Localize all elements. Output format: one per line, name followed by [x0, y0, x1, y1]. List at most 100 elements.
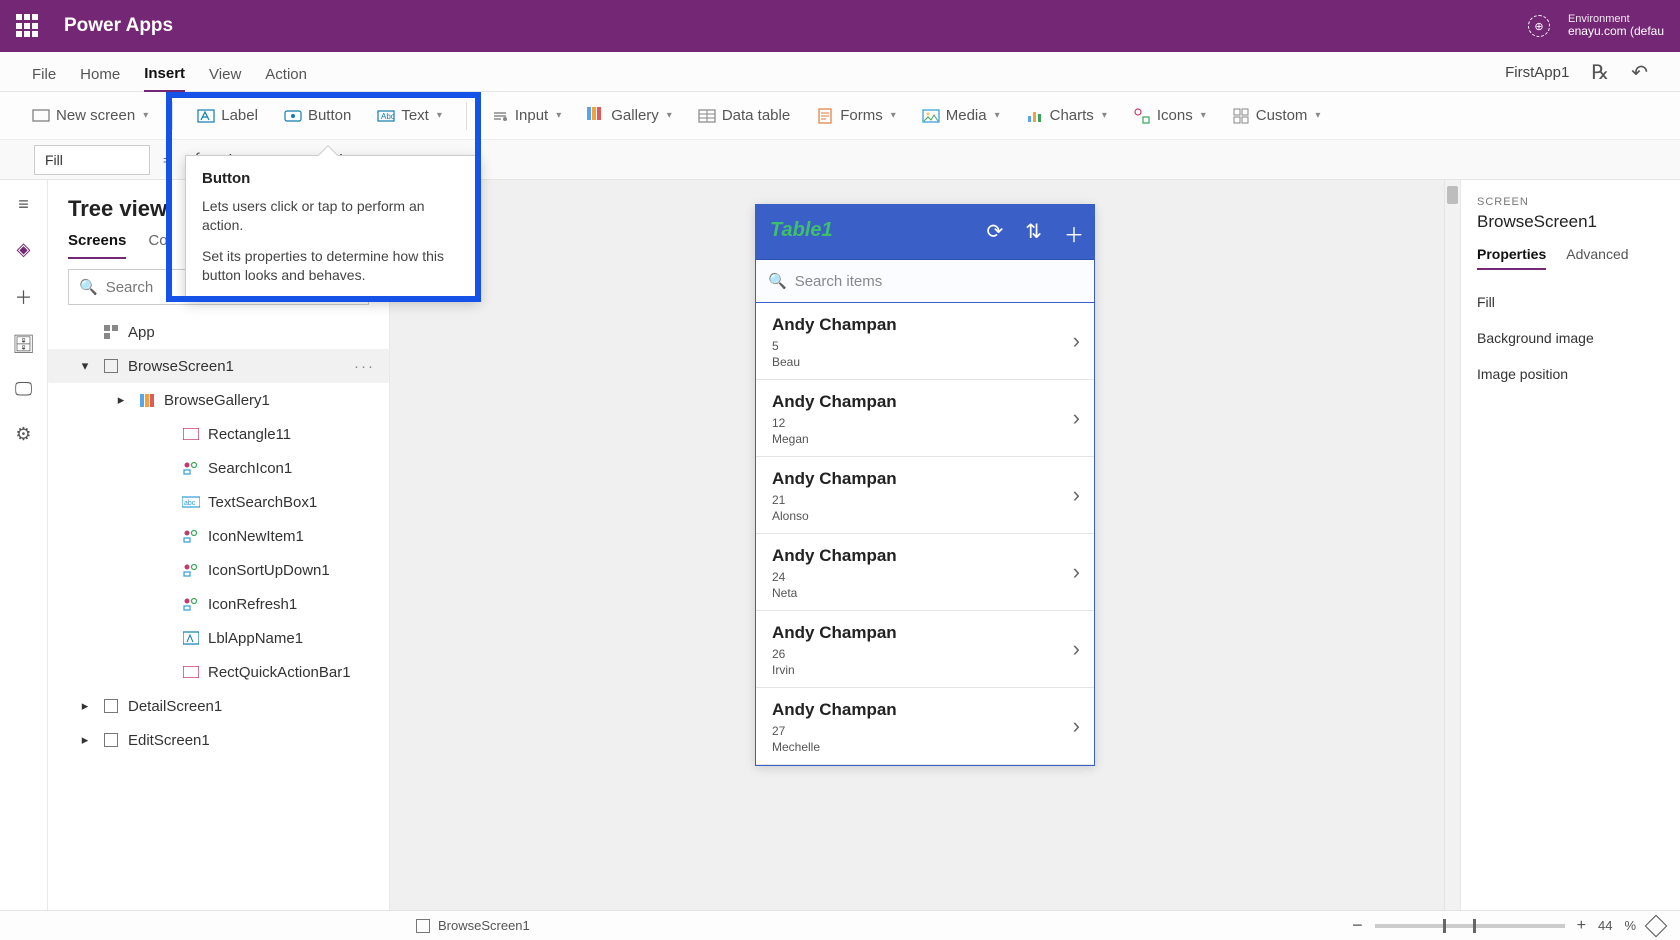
- menu-action[interactable]: Action: [265, 66, 307, 91]
- svg-text:Abc: Abc: [381, 112, 395, 121]
- menu-home[interactable]: Home: [80, 66, 120, 91]
- list-item[interactable]: Andy Champan26Irvin›: [756, 611, 1094, 688]
- data-icon[interactable]: 🗄: [12, 334, 35, 355]
- text-button[interactable]: Abc Text▾: [375, 103, 444, 129]
- tree-item-DetailScreen1[interactable]: ▸DetailScreen1: [48, 689, 389, 723]
- prop-fill[interactable]: Fill: [1477, 284, 1664, 320]
- custom-label: Custom: [1256, 107, 1308, 124]
- media-button[interactable]: Media▾: [920, 103, 1002, 129]
- menu-file[interactable]: File: [32, 66, 56, 91]
- tree-item-RectQuickActionBar1[interactable]: RectQuickActionBar1: [48, 655, 389, 689]
- input-button[interactable]: Input▾: [489, 103, 563, 129]
- tree-item-BrowseGallery1[interactable]: ▸BrowseGallery1: [48, 383, 389, 417]
- prop-image-position[interactable]: Image position: [1477, 356, 1664, 392]
- chevron-right-icon[interactable]: ›: [1073, 559, 1080, 585]
- zoom-slider[interactable]: [1375, 924, 1565, 928]
- chevron-right-icon[interactable]: ›: [1073, 405, 1080, 431]
- props-tab-advanced[interactable]: Advanced: [1566, 246, 1628, 270]
- charts-button[interactable]: Charts▾: [1024, 103, 1109, 129]
- chevron-right-icon[interactable]: ▸: [112, 391, 130, 409]
- data-table-button[interactable]: Data table: [696, 103, 792, 129]
- chevron-right-icon[interactable]: ›: [1073, 636, 1080, 662]
- label-button[interactable]: Label: [195, 103, 260, 129]
- selected-name: BrowseScreen1: [1477, 212, 1664, 232]
- tree-tab-screens[interactable]: Screens: [68, 232, 126, 259]
- tree-item-label: Rectangle11: [208, 426, 291, 443]
- chevron-right-icon[interactable]: ›: [1073, 713, 1080, 739]
- list-item-subtitle1: 24: [772, 570, 1078, 584]
- control-icon: [182, 527, 200, 545]
- list-item-subtitle1: 26: [772, 647, 1078, 661]
- menu-view[interactable]: View: [209, 66, 241, 91]
- forms-label: Forms: [840, 107, 883, 124]
- advanced-tools-icon[interactable]: ⚙: [15, 424, 31, 445]
- tree-item-IconRefresh1[interactable]: IconRefresh1: [48, 587, 389, 621]
- tree-item-SearchIcon1[interactable]: SearchIcon1: [48, 451, 389, 485]
- list-item-subtitle2: Irvin: [772, 663, 1078, 677]
- forms-button[interactable]: Forms▾: [814, 103, 898, 129]
- menu-insert[interactable]: Insert: [144, 65, 185, 92]
- phone-preview[interactable]: Table1 ⟳ ⇅ ＋ 🔍 Search items Andy Champan…: [755, 204, 1095, 766]
- button-button[interactable]: Button: [282, 103, 353, 129]
- list-item-subtitle1: 27: [772, 724, 1078, 738]
- tree-item-IconNewItem1[interactable]: IconNewItem1: [48, 519, 389, 553]
- app-launcher-icon[interactable]: [16, 14, 40, 38]
- scrollbar-thumb[interactable]: [1447, 186, 1458, 204]
- list-item[interactable]: Andy Champan27Mechelle›: [756, 688, 1094, 765]
- chevron-right-icon[interactable]: ›: [1073, 328, 1080, 354]
- custom-button[interactable]: Custom▾: [1230, 103, 1323, 129]
- app-checker-icon[interactable]: ℞: [1591, 60, 1609, 85]
- insert-icon[interactable]: ＋: [15, 284, 33, 310]
- refresh-icon[interactable]: ⟳: [986, 219, 1003, 248]
- breadcrumb-label: BrowseScreen1: [438, 918, 530, 933]
- canvas-scrollbar[interactable]: [1444, 180, 1460, 910]
- icons-button[interactable]: Icons▾: [1131, 103, 1208, 129]
- icons-label: Icons: [1157, 107, 1193, 124]
- gallery-button[interactable]: Gallery▾: [585, 103, 674, 129]
- left-rail: ≡ ◈ ＋ 🗄 🖵 ⚙: [0, 180, 48, 910]
- tree-tab-components[interactable]: Co: [148, 232, 167, 259]
- chevron-right-icon[interactable]: ▸: [76, 697, 94, 715]
- add-icon[interactable]: ＋: [1064, 219, 1084, 248]
- tree-item-EditScreen1[interactable]: ▸EditScreen1: [48, 723, 389, 757]
- list-item[interactable]: Andy Champan5Beau›: [756, 303, 1094, 380]
- data-table-label: Data table: [722, 107, 790, 124]
- media-rail-icon[interactable]: 🖵: [15, 379, 32, 400]
- screen-icon: [102, 357, 120, 375]
- fit-to-window-icon[interactable]: [1645, 914, 1668, 937]
- hamburger-icon[interactable]: ≡: [18, 194, 29, 215]
- list-item-subtitle2: Mechelle: [772, 740, 1078, 754]
- zoom-in-button[interactable]: +: [1577, 917, 1586, 935]
- app-name[interactable]: FirstApp1: [1505, 64, 1569, 81]
- new-screen-button[interactable]: New screen▾: [30, 103, 150, 129]
- tree-item-IconSortUpDown1[interactable]: IconSortUpDown1: [48, 553, 389, 587]
- more-icon[interactable]: ···: [354, 358, 375, 375]
- control-icon: [182, 459, 200, 477]
- props-tab-properties[interactable]: Properties: [1477, 246, 1546, 270]
- globe-icon[interactable]: ⊕: [1528, 15, 1550, 37]
- tree-item-label: IconRefresh1: [208, 596, 297, 613]
- chevron-right-icon[interactable]: ▸: [76, 731, 94, 749]
- tree-item-TextSearchBox1[interactable]: abcTextSearchBox1: [48, 485, 389, 519]
- list-item[interactable]: Andy Champan21Alonso›: [756, 457, 1094, 534]
- list-item[interactable]: Andy Champan12Megan›: [756, 380, 1094, 457]
- tree-item-BrowseScreen1[interactable]: ▾BrowseScreen1···: [48, 349, 389, 383]
- canvas-area[interactable]: Table1 ⟳ ⇅ ＋ 🔍 Search items Andy Champan…: [390, 180, 1460, 910]
- tree-view-icon[interactable]: ◈: [17, 239, 31, 260]
- breadcrumb[interactable]: BrowseScreen1: [416, 918, 530, 933]
- environment-block[interactable]: Environment enayu.com (defau: [1568, 13, 1664, 38]
- zoom-out-button[interactable]: −: [1352, 915, 1363, 936]
- sort-icon[interactable]: ⇅: [1025, 219, 1042, 248]
- chevron-down-icon[interactable]: ▾: [76, 357, 94, 375]
- button-tooltip: Button Lets users click or tap to perfor…: [185, 155, 480, 300]
- tree-item-App[interactable]: App: [48, 315, 389, 349]
- undo-icon[interactable]: ↶: [1631, 60, 1648, 85]
- tree-item-LblAppName1[interactable]: LblAppName1: [48, 621, 389, 655]
- phone-search[interactable]: 🔍 Search items: [756, 259, 1094, 303]
- prop-bg-image[interactable]: Background image: [1477, 320, 1664, 356]
- property-selector[interactable]: Fill: [34, 145, 150, 175]
- tree-item-Rectangle11[interactable]: Rectangle11: [48, 417, 389, 451]
- tooltip-title: Button: [202, 170, 463, 187]
- list-item[interactable]: Andy Champan24Neta›: [756, 534, 1094, 611]
- chevron-right-icon[interactable]: ›: [1073, 482, 1080, 508]
